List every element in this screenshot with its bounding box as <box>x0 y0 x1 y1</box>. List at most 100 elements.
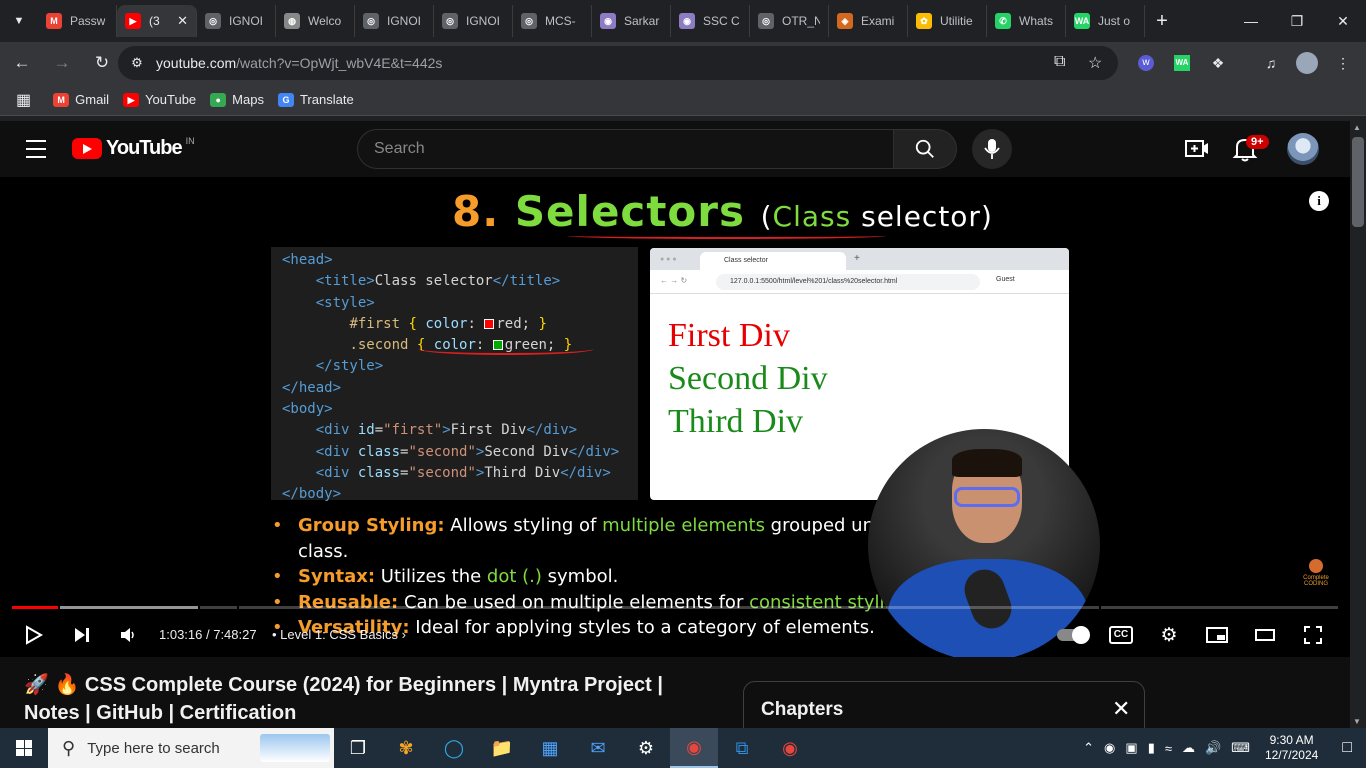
tab-9[interactable]: ◎ OTR_N <box>750 5 829 37</box>
vscode-icon[interactable]: ⧉ <box>718 728 766 768</box>
cloud-icon[interactable]: ☁ <box>1177 740 1200 756</box>
tab-4[interactable]: ◎ IGNOI <box>355 5 434 37</box>
taskbar-search[interactable]: ⚲ Type here to search <box>48 728 334 768</box>
battery-icon[interactable]: ▮ <box>1143 740 1160 756</box>
info-icon[interactable]: i <box>1309 191 1329 211</box>
youtube-header: YouTube IN Search 9+ <box>0 121 1350 177</box>
clock[interactable]: 9:30 AM 12/7/2024 <box>1255 733 1328 763</box>
tab-10[interactable]: ◈ Exami <box>829 5 908 37</box>
tab-0[interactable]: M Passw <box>38 5 117 37</box>
tab-search-chevron-icon[interactable]: ▼ <box>0 0 38 42</box>
profile-avatar[interactable] <box>1294 50 1320 76</box>
extension-wa-icon[interactable]: WA <box>1169 50 1195 76</box>
close-tab-icon[interactable]: ✕ <box>177 13 188 29</box>
tab-strip: ▼ M Passw ▶ (3 ✕ ◎ IGNOI ◍ Welco ◎ IGNOI ◎ IGNOI ◎ MCS… <box>0 0 1366 42</box>
chapters-panel: Chapters ✕ <box>743 681 1145 728</box>
media-control-icon[interactable]: ♫ <box>1258 50 1284 76</box>
microsoft-store-icon[interactable]: ▦ <box>526 728 574 768</box>
open-in-app-icon[interactable]: ⧉ <box>1054 53 1065 71</box>
create-video-icon[interactable] <box>1184 137 1210 161</box>
tab-3[interactable]: ◍ Welco <box>276 5 355 37</box>
search-button[interactable] <box>893 129 957 169</box>
scroll-thumb[interactable] <box>1352 137 1364 227</box>
scroll-up-arrow-icon[interactable]: ▲ <box>1353 123 1361 132</box>
camera-icon[interactable]: ◉ <box>1099 740 1120 756</box>
show-hidden-icons-chevron-icon[interactable]: ⌃ <box>1078 740 1099 756</box>
play-icon[interactable] <box>18 622 50 648</box>
account-avatar[interactable] <box>1287 133 1319 165</box>
progress-bar[interactable] <box>12 606 1338 609</box>
extension-w-icon[interactable]: w <box>1133 50 1159 76</box>
chrome-icon[interactable]: ◉ <box>766 728 814 768</box>
ssc-icon: ◉ <box>679 13 695 29</box>
tab-1[interactable]: ▶ (3 ✕ <box>117 5 197 37</box>
browser-toolbar: ← → ↻ ⚙ youtube.com/watch?v=OpWjt_wbV4E&… <box>0 42 1366 84</box>
chapter-marker <box>1099 606 1102 609</box>
settings-icon[interactable]: ⚙ <box>622 728 670 768</box>
back-icon[interactable]: ← <box>4 45 40 81</box>
bookmark-gmail[interactable]: M Gmail <box>53 92 109 107</box>
scroll-down-arrow-icon[interactable]: ▼ <box>1353 717 1361 726</box>
start-button[interactable] <box>0 728 48 768</box>
reload-icon[interactable]: ↻ <box>84 45 120 81</box>
tab-6[interactable]: ◎ MCS- <box>513 5 592 37</box>
fullscreen-icon[interactable] <box>1297 622 1329 648</box>
bookmark-youtube[interactable]: ▶ YouTube <box>123 92 196 107</box>
tab-13[interactable]: WA Just o <box>1066 5 1145 37</box>
settings-gear-icon[interactable]: ⚙ <box>1153 622 1185 648</box>
autoplay-toggle[interactable] <box>1055 622 1090 648</box>
close-chapters-icon[interactable]: ✕ <box>1112 696 1130 722</box>
close-window-icon[interactable]: ✕ <box>1320 0 1366 42</box>
tab-title: Exami <box>861 14 895 28</box>
tab-8[interactable]: ◉ SSC C <box>671 5 750 37</box>
tab-11[interactable]: ✿ Utilitie <box>908 5 987 37</box>
mail-icon[interactable]: ✉ <box>574 728 622 768</box>
new-tab-button[interactable]: + <box>1145 10 1179 33</box>
notification-center-icon[interactable]: □ <box>1328 739 1366 757</box>
address-bar[interactable]: ⚙ youtube.com/watch?v=OpWjt_wbV4E&t=442s… <box>118 46 1118 80</box>
next-video-icon[interactable] <box>66 622 98 648</box>
task-view-icon[interactable]: ❐ <box>334 728 382 768</box>
search-input[interactable]: Search <box>357 129 894 169</box>
bookmark-star-icon[interactable]: ☆ <box>1088 53 1102 73</box>
forward-icon[interactable]: → <box>44 45 80 81</box>
speaker-icon[interactable]: 🔊 <box>1200 740 1226 756</box>
voice-search-button[interactable] <box>972 129 1012 169</box>
apps-grid-icon[interactable]: ▦ <box>16 90 31 110</box>
site-info-icon[interactable]: ⚙ <box>118 55 156 71</box>
address-url[interactable]: youtube.com/watch?v=OpWjt_wbV4E&t=442s <box>156 55 442 71</box>
bookmarks-bar: ▦ M Gmail ▶ YouTube ● Maps G Translate <box>0 84 1366 116</box>
tab-7[interactable]: ◉ Sarkar <box>592 5 671 37</box>
video-player[interactable]: 8. Selectors (Class selector) <head> <ti… <box>0 177 1350 657</box>
wifi-icon[interactable]: ≈ <box>1160 741 1177 756</box>
youtube-logo[interactable]: YouTube IN <box>72 136 195 160</box>
bookmark-translate[interactable]: G Translate <box>277 92 354 107</box>
bookmark-maps[interactable]: ● Maps <box>210 92 264 107</box>
screen-icon[interactable]: ▣ <box>1120 740 1142 756</box>
edge-icon[interactable]: ◯ <box>430 728 478 768</box>
minimize-icon[interactable]: — <box>1228 0 1274 42</box>
chapter-title[interactable]: • Level 1: CSS Basics › <box>272 627 406 642</box>
keyboard-icon[interactable]: ⌨ <box>1226 740 1255 756</box>
channel-watermark[interactable]: Complete CODING <box>1298 559 1334 589</box>
guide-menu-icon[interactable] <box>22 137 50 161</box>
sarkari-icon: ◉ <box>600 13 616 29</box>
extensions-puzzle-icon[interactable]: ❖ <box>1205 50 1231 76</box>
tab-2[interactable]: ◎ IGNOI <box>197 5 276 37</box>
file-explorer-icon[interactable]: 📁 <box>478 728 526 768</box>
volume-icon[interactable] <box>112 622 144 648</box>
subtitles-cc-icon[interactable]: CC <box>1105 622 1137 648</box>
tab-5[interactable]: ◎ IGNOI <box>434 5 513 37</box>
bullet-key: Syntax: <box>298 566 376 587</box>
restore-icon[interactable]: ❐ <box>1274 0 1320 42</box>
page-scrollbar[interactable]: ▲ ▼ <box>1350 121 1366 728</box>
gmail-icon: M <box>46 13 62 29</box>
chrome-menu-icon[interactable]: ⋮ <box>1330 50 1356 76</box>
preview-tab: Class selector <box>700 252 846 270</box>
chrome-icon[interactable]: ◉ <box>670 728 718 768</box>
theater-mode-icon[interactable] <box>1249 622 1281 648</box>
miniplayer-icon[interactable] <box>1201 622 1233 648</box>
tab-title: Welco <box>308 14 342 28</box>
tab-12[interactable]: ✆ Whats <box>987 5 1066 37</box>
copilot-icon[interactable]: ✾ <box>382 728 430 768</box>
